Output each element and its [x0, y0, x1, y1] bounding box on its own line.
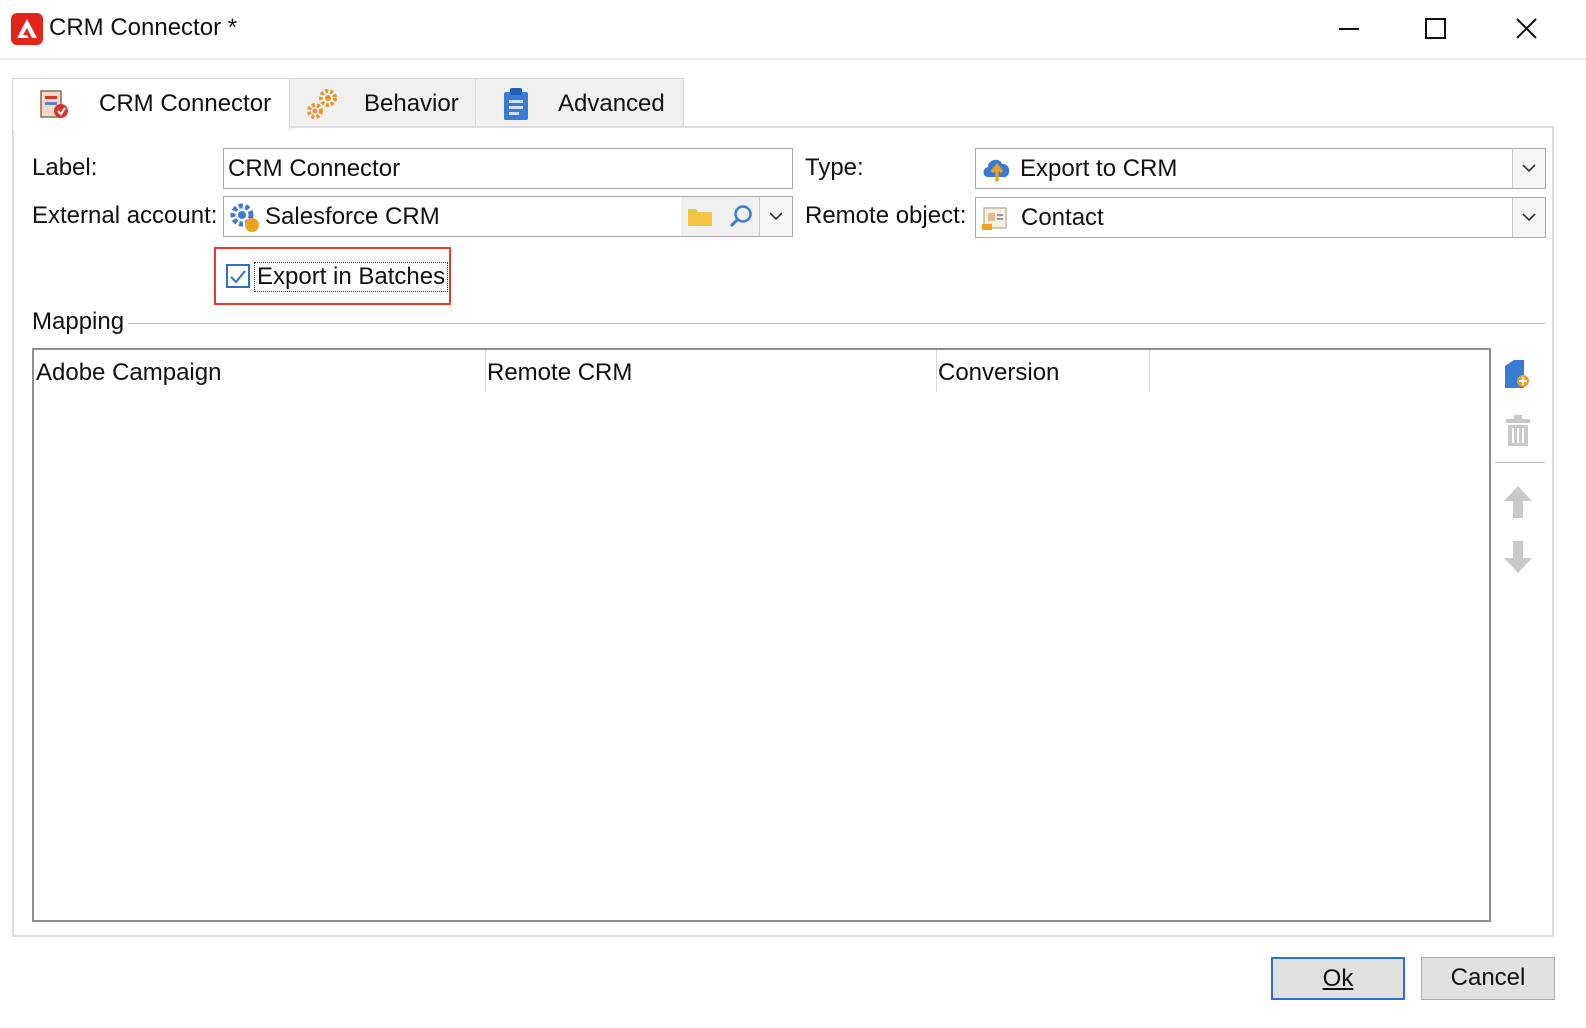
type-caption: Type:	[805, 154, 864, 181]
tab-behavior-label: Behavior	[364, 90, 459, 117]
tab-crm-connector[interactable]: CRM Connector	[12, 78, 290, 130]
external-account-field[interactable]: Salesforce CRM	[223, 196, 793, 237]
toolbar-separator	[1495, 462, 1545, 463]
crm-connector-icon	[37, 87, 71, 128]
adobe-campaign-logo-icon	[11, 13, 43, 45]
export-in-batches-checkbox[interactable]	[226, 264, 250, 288]
column-header-remote-crm[interactable]: Remote CRM	[485, 350, 937, 392]
move-down-arrow-icon[interactable]	[1503, 539, 1533, 582]
tab-behavior[interactable]: Behavior	[289, 78, 476, 128]
label-input-value: CRM Connector	[228, 155, 401, 182]
cloud-upload-icon	[980, 153, 1014, 192]
tab-advanced-label: Advanced	[558, 90, 665, 117]
column-header-label: Adobe Campaign	[36, 359, 222, 386]
external-account-actions	[681, 197, 792, 236]
type-select[interactable]: Export to CRM	[975, 148, 1546, 189]
search-icon[interactable]	[727, 203, 755, 238]
column-header-adobe-campaign[interactable]: Adobe Campaign	[34, 350, 486, 392]
close-button[interactable]	[1504, 10, 1550, 48]
clipboard-icon	[500, 86, 532, 129]
window-title: CRM Connector *	[49, 14, 238, 41]
remote-object-value: Contact	[1021, 204, 1104, 231]
add-mapping-icon[interactable]	[1502, 358, 1534, 399]
gears-icon	[304, 86, 340, 129]
contact-icon	[980, 202, 1012, 241]
mapping-section-label: Mapping	[32, 308, 129, 336]
remote-object-dropdown-button[interactable]	[1512, 198, 1545, 237]
mapping-separator	[32, 323, 1545, 324]
ok-button-label: Ok	[1322, 965, 1354, 992]
folder-icon[interactable]	[686, 204, 714, 235]
cancel-button-label: Cancel	[1450, 964, 1526, 991]
maximize-button[interactable]	[1413, 10, 1459, 48]
mapping-grid[interactable]: Adobe Campaign Remote CRM Conversion	[32, 348, 1491, 922]
column-header-label: Conversion	[938, 359, 1060, 386]
cancel-button[interactable]: Cancel	[1421, 957, 1555, 1000]
tab-crm-connector-label: CRM Connector	[99, 90, 272, 117]
export-in-batches-label[interactable]: Export in Batches	[254, 262, 449, 292]
external-account-dropdown-button[interactable]	[759, 197, 792, 236]
external-account-value: Salesforce CRM	[265, 203, 440, 230]
label-caption: Label:	[32, 154, 98, 181]
delete-icon[interactable]	[1503, 414, 1533, 455]
minimize-button[interactable]	[1326, 10, 1372, 48]
column-header-label: Remote CRM	[487, 359, 633, 386]
title-bar: CRM Connector *	[0, 0, 1586, 60]
tab-advanced[interactable]: Advanced	[475, 78, 684, 128]
column-header-conversion[interactable]: Conversion	[936, 350, 1150, 392]
remote-object-caption: Remote object:	[805, 202, 967, 229]
external-account-caption: External account:	[32, 202, 218, 229]
label-input[interactable]: CRM Connector	[223, 148, 793, 189]
remote-object-select[interactable]: Contact	[975, 197, 1546, 238]
ok-button[interactable]: Ok	[1271, 957, 1405, 1000]
type-dropdown-button[interactable]	[1512, 149, 1545, 188]
account-gear-icon	[227, 200, 261, 241]
move-up-arrow-icon[interactable]	[1503, 484, 1533, 527]
type-select-value: Export to CRM	[1020, 155, 1178, 182]
